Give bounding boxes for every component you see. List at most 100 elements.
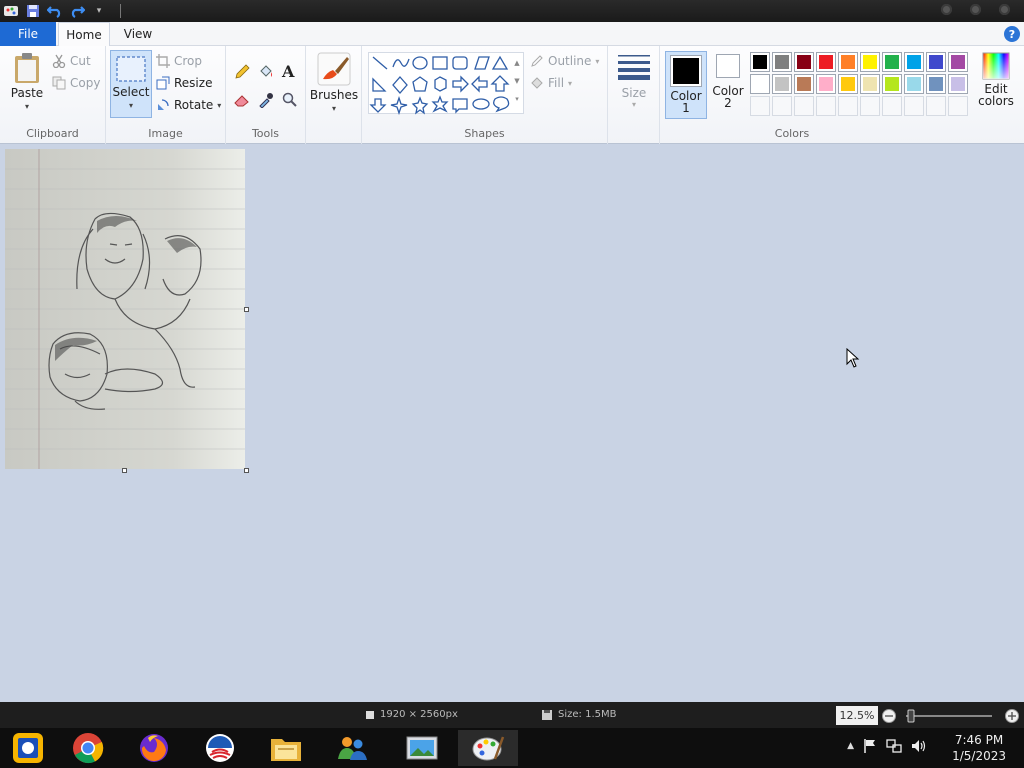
- select-label: Select: [112, 85, 150, 99]
- rotate-dropdown-icon: ▾: [217, 100, 222, 110]
- taskbar-chrome[interactable]: [58, 730, 118, 766]
- tab-view[interactable]: View: [114, 22, 162, 46]
- help-icon[interactable]: ?: [1004, 26, 1020, 42]
- windows-orb-icon: [13, 733, 43, 763]
- palette-swatch[interactable]: [926, 52, 946, 72]
- palette-swatch[interactable]: [904, 52, 924, 72]
- zoom-slider[interactable]: [880, 708, 1020, 724]
- canvas-workspace[interactable]: [0, 144, 1024, 702]
- palette-swatch-empty[interactable]: [904, 96, 924, 116]
- fill-button[interactable]: Fill ▾: [530, 76, 572, 90]
- system-tray: ▲: [847, 738, 926, 754]
- resize-handle-right[interactable]: [244, 307, 249, 312]
- palette-swatch[interactable]: [816, 74, 836, 94]
- drawing-canvas[interactable]: [5, 149, 245, 469]
- undo-icon[interactable]: [46, 2, 64, 20]
- tab-file[interactable]: File: [0, 22, 56, 46]
- palette-swatch[interactable]: [948, 74, 968, 94]
- select-dropdown-icon: ▾: [128, 101, 133, 110]
- resize-handle-bottom[interactable]: [122, 468, 127, 473]
- photo-viewer-icon: [406, 736, 438, 760]
- taskbar-file-explorer[interactable]: [256, 730, 316, 766]
- show-hidden-icons-icon[interactable]: ▲: [847, 741, 854, 751]
- taskbar: ▲ 7:46 PM 1/5/2023: [0, 728, 1024, 768]
- select-button[interactable]: Select ▾: [110, 50, 152, 118]
- palette-swatch-empty[interactable]: [926, 96, 946, 116]
- rotate-button[interactable]: Rotate ▾: [156, 98, 221, 112]
- palette-swatch[interactable]: [860, 74, 880, 94]
- taskbar-firefox[interactable]: [124, 730, 184, 766]
- color2-number: 2: [724, 96, 732, 110]
- color2-swatch: [716, 54, 740, 78]
- palette-swatch[interactable]: [794, 74, 814, 94]
- volume-icon[interactable]: [910, 738, 926, 754]
- taskbar-paint[interactable]: [458, 730, 518, 766]
- resize-button[interactable]: Resize: [156, 76, 212, 90]
- size-button[interactable]: Size ▾: [616, 54, 652, 109]
- close-button[interactable]: [999, 4, 1010, 15]
- taskbar-obama-logo[interactable]: [190, 730, 250, 766]
- action-center-flag-icon[interactable]: [862, 738, 878, 754]
- taskbar-photo-viewer[interactable]: [392, 730, 452, 766]
- redo-icon[interactable]: [68, 2, 86, 20]
- size-group: Size ▾: [608, 46, 660, 144]
- crop-button[interactable]: Crop: [156, 54, 202, 68]
- shapes-scroll[interactable]: ▲ ▼ ▾: [512, 54, 522, 114]
- palette-swatch-empty[interactable]: [816, 96, 836, 116]
- palette-swatch[interactable]: [838, 74, 858, 94]
- resize-handle-corner[interactable]: [244, 468, 249, 473]
- image-dimensions: 1920 × 2560px: [366, 709, 458, 720]
- outline-button[interactable]: Outline ▾: [530, 54, 599, 68]
- palette-swatch[interactable]: [838, 52, 858, 72]
- copy-button[interactable]: Copy: [52, 76, 100, 90]
- color1-button[interactable]: Color 1: [665, 51, 707, 119]
- paint-app-icon[interactable]: [2, 2, 20, 20]
- palette-swatch[interactable]: [948, 52, 968, 72]
- brushes-button[interactable]: Brushes ▾: [310, 52, 358, 113]
- paste-button[interactable]: Paste ▾: [8, 52, 46, 111]
- magnifier-tool[interactable]: [282, 92, 298, 108]
- customize-toolbar-chevron-icon[interactable]: ▾: [90, 2, 108, 20]
- brushes-label: Brushes: [309, 88, 359, 102]
- start-button[interactable]: [0, 730, 56, 766]
- cut-button[interactable]: Cut: [52, 54, 91, 68]
- edit-colors-button[interactable]: Edit colors: [974, 52, 1018, 108]
- taskbar-windows-live[interactable]: [322, 730, 382, 766]
- palette-swatch[interactable]: [926, 74, 946, 94]
- clock[interactable]: 7:46 PM 1/5/2023: [952, 732, 1006, 764]
- palette-swatch-empty[interactable]: [772, 96, 792, 116]
- save-icon[interactable]: [24, 2, 42, 20]
- fill-tool[interactable]: [258, 64, 274, 80]
- palette-swatch-empty[interactable]: [794, 96, 814, 116]
- maximize-button[interactable]: [970, 4, 981, 15]
- palette-swatch-empty[interactable]: [882, 96, 902, 116]
- palette-swatch-empty[interactable]: [948, 96, 968, 116]
- palette-swatch-empty[interactable]: [750, 96, 770, 116]
- shapes-group: ▲ ▼ ▾ Outline ▾ Fill ▾ Shapes: [362, 46, 608, 144]
- color2-button[interactable]: Color 2: [710, 54, 746, 110]
- palette-swatch-empty[interactable]: [860, 96, 880, 116]
- palette-swatch[interactable]: [750, 74, 770, 94]
- mouse-cursor-icon: [846, 348, 860, 368]
- tools-group: A Tools: [226, 46, 306, 144]
- palette-swatch[interactable]: [772, 52, 792, 72]
- palette-swatch[interactable]: [882, 52, 902, 72]
- pencil-tool[interactable]: [234, 64, 250, 80]
- paint-bucket-icon: [260, 65, 272, 77]
- palette-swatch[interactable]: [904, 74, 924, 94]
- minimize-button[interactable]: [941, 4, 952, 15]
- palette-swatch[interactable]: [882, 74, 902, 94]
- palette-swatch[interactable]: [794, 52, 814, 72]
- eyedropper-icon: [259, 93, 273, 108]
- palette-swatch-empty[interactable]: [838, 96, 858, 116]
- text-tool[interactable]: A: [282, 62, 294, 81]
- network-icon[interactable]: [886, 738, 902, 754]
- tab-home[interactable]: Home: [58, 22, 110, 47]
- palette-swatch[interactable]: [772, 74, 792, 94]
- palette-swatch[interactable]: [750, 52, 770, 72]
- palette-swatch[interactable]: [816, 52, 836, 72]
- palette-swatch[interactable]: [860, 52, 880, 72]
- brushes-group: Brushes ▾: [306, 46, 362, 144]
- color-picker-tool[interactable]: [258, 92, 274, 108]
- eraser-tool[interactable]: [234, 92, 250, 108]
